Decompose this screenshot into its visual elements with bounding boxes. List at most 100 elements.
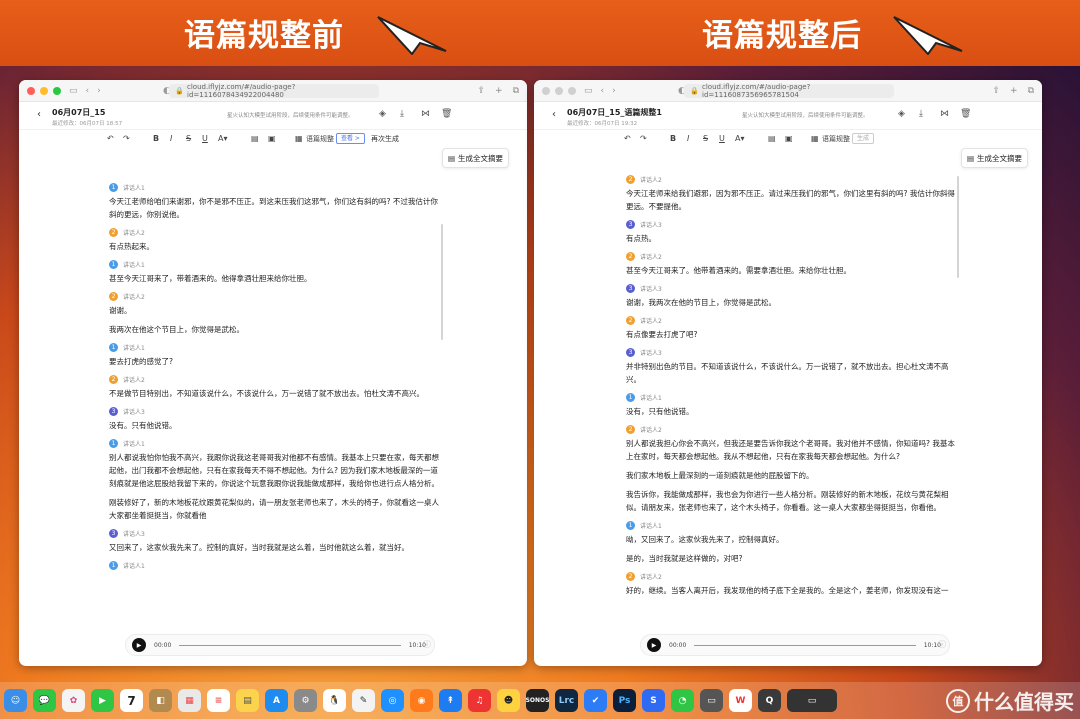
undo-icon[interactable]: ↶: [107, 134, 114, 143]
speaker-name[interactable]: 讲话人1: [123, 439, 145, 448]
sidebar-toggle-icon[interactable]: ▭: [584, 86, 593, 96]
scrollbar[interactable]: [441, 224, 443, 340]
speaker-name[interactable]: 讲话人1: [123, 260, 145, 269]
comment-icon[interactable]: ▤: [251, 134, 259, 143]
qq-icon[interactable]: 🐧: [323, 689, 346, 712]
transcript-paragraph[interactable]: 并非特别出色的节目。不知道该说什么，不该说什么。万一说错了，就不放出去。担心杜文…: [626, 360, 956, 386]
transcript-paragraph[interactable]: 呦，又回来了。这家伙我先来了，控制得真好。: [626, 533, 956, 546]
contacts-icon[interactable]: ◧: [149, 689, 172, 712]
close-window-button[interactable]: [542, 86, 550, 95]
new-tab-icon[interactable]: +: [495, 86, 503, 96]
transcript-paragraph[interactable]: 刚装修好了，新的木地板花纹跟黄花梨似的，请一朋友张老师也来了，木头的椅子，你就看…: [109, 496, 439, 522]
firefox-icon[interactable]: ◉: [410, 689, 433, 712]
recent-window-thumbnail[interactable]: ▭: [787, 689, 837, 712]
regenerate-button[interactable]: 再次生成: [371, 134, 399, 144]
finder-icon[interactable]: ☺: [4, 689, 27, 712]
transcript-paragraph[interactable]: 甚至今天江哥来了。他带着酒来的。需要拿酒壮胆。来给你壮壮胆。: [626, 264, 956, 277]
speaker-name[interactable]: 讲话人2: [123, 228, 145, 237]
summary-button[interactable]: ▤ 生成全文摘要: [961, 148, 1028, 168]
netease-music-icon[interactable]: ♫: [468, 689, 491, 712]
preview-icon[interactable]: ▭: [700, 689, 723, 712]
close-window-button[interactable]: [27, 86, 35, 95]
trash-icon[interactable]: 🗑: [960, 109, 971, 119]
progress-track[interactable]: [179, 644, 401, 646]
speaker-name[interactable]: 讲话人3: [123, 407, 145, 416]
transcript-paragraph[interactable]: 我们家木地板上最深刻的一道刻痕就是他的屁股留下的。: [626, 469, 956, 482]
system-settings-icon[interactable]: ⚙: [294, 689, 317, 712]
transcript-paragraph[interactable]: 谢谢，我两次在他的节目上，你觉得是武松。: [626, 296, 956, 309]
new-tab-icon[interactable]: +: [1010, 86, 1018, 96]
play-button[interactable]: ▶: [132, 638, 146, 652]
bold-button[interactable]: B: [153, 134, 159, 143]
speaker-name[interactable]: 讲话人1: [123, 343, 145, 352]
progress-track[interactable]: [694, 644, 916, 646]
scrollbar[interactable]: [957, 176, 959, 278]
tabs-overview-icon[interactable]: ⧉: [513, 86, 519, 96]
speaker-name[interactable]: 讲话人1: [123, 561, 145, 570]
image-icon[interactable]: ▣: [268, 134, 276, 143]
tasks-icon[interactable]: ✔: [584, 689, 607, 712]
minimize-window-button[interactable]: [555, 86, 563, 95]
download-icon[interactable]: ⤓: [919, 109, 923, 119]
transcript-paragraph[interactable]: 我告诉你，我能做成那样，我也会为你进行一些人格分析。刚装修好的新木地板，花纹与黄…: [626, 488, 956, 514]
app-store-icon[interactable]: A: [265, 689, 288, 712]
speaker-name[interactable]: 讲话人2: [640, 425, 662, 434]
speaker-name[interactable]: 讲话人1: [640, 521, 662, 530]
speaker-name[interactable]: 讲话人2: [640, 252, 662, 261]
download-icon[interactable]: ⤓: [400, 109, 404, 119]
speaker-name[interactable]: 讲话人2: [123, 375, 145, 384]
smiley-app-icon[interactable]: ☻: [497, 689, 520, 712]
address-bar[interactable]: 🔒 cloud.iflyjz.com/#/audio-page?id=111607…: [169, 83, 379, 99]
info-icon[interactable]: ⓘ: [423, 639, 431, 650]
messages-icon[interactable]: 💬: [33, 689, 56, 712]
transcript-paragraph[interactable]: 今天江老师来给我们避邪，因为邪不压正。请过来压我们的邪气，你们这里有斜的吗? 我…: [626, 187, 956, 213]
transcript-paragraph[interactable]: 我两次在他这个节目上，你觉得是武松。: [109, 323, 439, 336]
strike-button[interactable]: S: [186, 134, 191, 143]
wps-icon[interactable]: W: [729, 689, 752, 712]
play-button[interactable]: ▶: [647, 638, 661, 652]
facetime-icon[interactable]: ▶: [91, 689, 114, 712]
address-bar[interactable]: 🔒 cloud.iflyjz.com/#/audio-page?id=111608…: [684, 83, 894, 99]
italic-button[interactable]: I: [170, 134, 172, 143]
photoshop-icon[interactable]: Ps: [613, 689, 636, 712]
transcript-paragraph[interactable]: 有点热起来。: [109, 240, 439, 253]
transcript-paragraph[interactable]: 别人都说我担心你会不高兴，但我还是要告诉你我这个老哥哥。我对他并不感情，你知道吗…: [626, 437, 956, 463]
transcript-paragraph[interactable]: 谢谢。: [109, 304, 439, 317]
share-icon[interactable]: ⇪: [992, 86, 1000, 96]
summary-button[interactable]: ▤ 生成全文摘要: [442, 148, 509, 168]
minimize-window-button[interactable]: [40, 86, 48, 95]
share-nodes-icon[interactable]: ⋈: [421, 109, 430, 119]
transcript-paragraph[interactable]: 不是做节目特别出，不知道该说什么，不该说什么，万一说错了就不放出去。怕杜文涛不高…: [109, 387, 439, 400]
lightroom-icon[interactable]: Lrc: [555, 689, 578, 712]
transcript-paragraph[interactable]: 甚至今天江哥来了，带着酒来的。他得拿酒壮胆来给你壮胆。: [109, 272, 439, 285]
launchpad-icon[interactable]: ▦: [178, 689, 201, 712]
underline-button[interactable]: U: [202, 134, 208, 143]
speaker-name[interactable]: 讲话人1: [640, 393, 662, 402]
info-icon[interactable]: ⓘ: [938, 639, 946, 650]
sidebar-toggle-icon[interactable]: ▭: [69, 86, 78, 96]
text-editor-icon[interactable]: ✎: [352, 689, 375, 712]
speaker-name[interactable]: 讲话人3: [640, 220, 662, 229]
speaker-name[interactable]: 讲话人3: [640, 348, 662, 357]
wechat-icon[interactable]: ◔: [671, 689, 694, 712]
transcript-paragraph[interactable]: 没有。只有他说错。: [109, 419, 439, 432]
share-nodes-icon[interactable]: ⋈: [940, 109, 949, 119]
transcript-paragraph[interactable]: 又回来了，这家伙我先来了。控制的真好，当时我就是这么着，当时他就这么着，就当好。: [109, 541, 439, 554]
layers-icon[interactable]: ◈: [898, 109, 905, 119]
font-color-button[interactable]: A▾: [735, 134, 745, 143]
speaker-name[interactable]: 讲话人2: [123, 292, 145, 301]
transcript-paragraph[interactable]: 是的，当时我就是这样做的，对吧?: [626, 552, 956, 565]
calendar-icon[interactable]: 7: [120, 689, 143, 712]
redo-icon[interactable]: ↷: [123, 134, 130, 143]
zoom-window-button[interactable]: [53, 86, 61, 95]
back-arrow-icon[interactable]: ‹: [552, 109, 556, 120]
transcript-paragraph[interactable]: 要去打虎的感觉了?: [109, 355, 439, 368]
transcript-paragraph[interactable]: 今天江老师给咱们来谢邪，你不是邪不压正。到这来压我们这邪气，你们这有斜的吗? 不…: [109, 195, 439, 221]
speaker-name[interactable]: 讲话人3: [640, 284, 662, 293]
photos-icon[interactable]: ✿: [62, 689, 85, 712]
speaker-name[interactable]: 讲话人3: [123, 529, 145, 538]
back-nav-icon[interactable]: ‹: [601, 86, 605, 96]
bold-button[interactable]: B: [670, 134, 676, 143]
safari-icon[interactable]: ◎: [381, 689, 404, 712]
speaker-name[interactable]: 讲话人2: [640, 316, 662, 325]
